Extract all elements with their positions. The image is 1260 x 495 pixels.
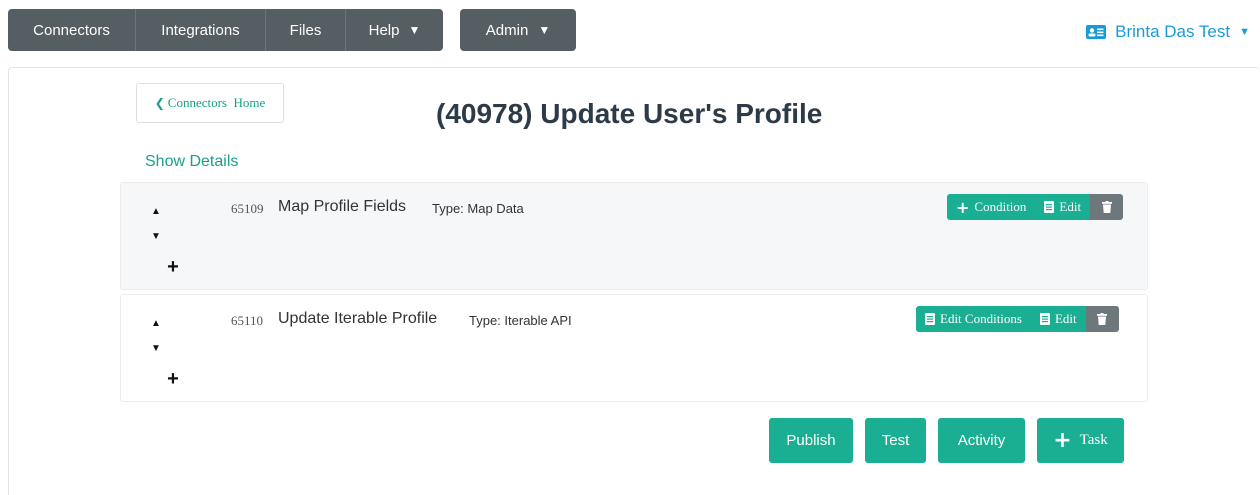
main-nav: Connectors Integrations Files Help ▼ xyxy=(8,9,443,51)
arrow-down-icon: ▼ xyxy=(151,230,161,242)
task-id: 65109 xyxy=(231,201,264,216)
move-down-button[interactable]: ▼ xyxy=(147,339,165,357)
nav-files[interactable]: Files xyxy=(266,9,346,51)
publish-label: Publish xyxy=(786,432,836,449)
nav-connectors-label: Connectors xyxy=(33,21,110,39)
caret-down-icon: ▼ xyxy=(408,23,421,37)
trash-icon xyxy=(1101,201,1112,213)
add-task-button[interactable]: + Task xyxy=(1037,418,1124,463)
task-type: Type: Iterable API xyxy=(469,313,572,328)
document-icon xyxy=(1039,313,1050,325)
page-title: (40978) Update User's Profile xyxy=(436,98,823,129)
test-button[interactable]: Test xyxy=(865,418,926,463)
task-id: 65110 xyxy=(231,313,264,328)
document-icon xyxy=(1044,201,1055,213)
test-label: Test xyxy=(881,432,910,449)
add-condition-label: Condition xyxy=(974,199,1027,214)
nav-connectors[interactable]: Connectors xyxy=(8,9,136,51)
move-up-button[interactable]: ▲ xyxy=(147,314,165,332)
admin-dropdown[interactable]: Admin ▼ xyxy=(460,9,576,51)
trash-icon xyxy=(1097,313,1108,325)
edit-conditions-label: Edit Conditions xyxy=(940,311,1022,326)
edit-label: Edit xyxy=(1054,311,1077,326)
document-icon xyxy=(925,313,935,325)
activity-label: Activity xyxy=(957,432,1006,449)
id-card-icon xyxy=(1086,25,1107,39)
delete-button[interactable] xyxy=(1090,194,1124,220)
add-task-label: Task xyxy=(1079,432,1108,448)
move-down-button[interactable]: ▼ xyxy=(147,227,165,245)
activity-button[interactable]: Activity xyxy=(938,418,1025,463)
add-subtask-button[interactable]: + xyxy=(163,255,183,278)
task-actions: Edit Conditions Edit xyxy=(916,306,1119,332)
task-row: ▲ ▼ + 65109 Map Profile Fields Type: Map… xyxy=(120,182,1148,290)
edit-conditions-button[interactable]: Edit Conditions xyxy=(916,306,1031,332)
plus-icon: + xyxy=(167,367,179,390)
add-subtask-button[interactable]: + xyxy=(163,367,183,390)
plus-icon: + xyxy=(956,197,970,217)
task-name: Update Iterable Profile xyxy=(278,310,438,327)
delete-button[interactable] xyxy=(1085,306,1119,332)
edit-label: Edit xyxy=(1059,199,1082,214)
move-up-button[interactable]: ▲ xyxy=(147,202,165,220)
user-name: Brinta Das Test xyxy=(1115,22,1231,41)
connectors-home-button[interactable]: ❮ Connectors Home xyxy=(136,83,284,123)
plus-icon: + xyxy=(1053,428,1072,453)
nav-integrations-label: Integrations xyxy=(161,21,240,39)
show-details-link[interactable]: Show Details xyxy=(145,153,238,171)
caret-down-icon: ▼ xyxy=(1239,26,1250,38)
nav-integrations[interactable]: Integrations xyxy=(136,9,266,51)
nav-help[interactable]: Help ▼ xyxy=(346,9,443,51)
user-menu[interactable]: Brinta Das Test ▼ xyxy=(1086,22,1250,42)
task-name: Map Profile Fields xyxy=(278,198,407,215)
nav-help-label: Help xyxy=(368,21,400,39)
task-type: Type: Map Data xyxy=(432,201,524,216)
edit-button[interactable]: Edit xyxy=(1030,306,1086,332)
connectors-home-label: Connectors Home xyxy=(167,95,266,110)
chevron-left-icon: ❮ xyxy=(154,96,165,110)
arrow-up-icon: ▲ xyxy=(151,317,161,329)
plus-icon: + xyxy=(167,255,179,278)
add-condition-button[interactable]: + Condition xyxy=(947,194,1036,220)
nav-files-label: Files xyxy=(289,21,322,39)
arrow-up-icon: ▲ xyxy=(151,205,161,217)
caret-down-icon: ▼ xyxy=(538,23,551,37)
arrow-down-icon: ▼ xyxy=(151,342,161,354)
edit-button[interactable]: Edit xyxy=(1035,194,1091,220)
task-actions: + Condition Edit xyxy=(947,194,1124,220)
publish-button[interactable]: Publish xyxy=(769,418,853,463)
admin-label: Admin xyxy=(485,21,529,39)
task-row: ▲ ▼ + 65110 Update Iterable Profile Type… xyxy=(120,294,1148,402)
